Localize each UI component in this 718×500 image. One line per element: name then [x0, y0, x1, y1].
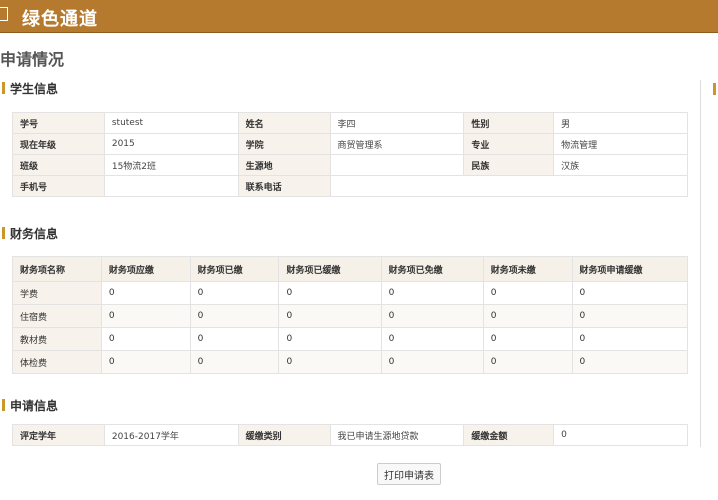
fee-cell: 0: [189, 304, 280, 328]
fee-cell: 0: [380, 281, 484, 305]
fee-cell: 0: [278, 350, 382, 374]
column-header: 财务项未缴: [482, 256, 573, 282]
print-application-button[interactable]: 打印申请表: [377, 463, 441, 485]
fee-cell: 0: [380, 350, 484, 374]
side-panel-edge: [700, 80, 718, 450]
fee-cell: 0: [380, 304, 484, 328]
fee-name: 教材费: [12, 327, 102, 351]
fee-name: 学费: [12, 281, 102, 305]
phone-label: 联系电话: [237, 175, 331, 197]
ethnicity-label: 民族: [463, 154, 555, 176]
grade-value: 2015: [103, 133, 239, 155]
fee-cell: 0: [278, 281, 382, 305]
deferral-type-label: 缓缴类别: [237, 424, 331, 446]
finance-info-title: 财务信息: [0, 225, 58, 242]
table-row: 学号 stutest 姓名 李四 性别 男: [12, 112, 688, 134]
page-title: 申请情况: [0, 50, 65, 69]
student-id-value: stutest: [103, 112, 239, 134]
deferral-amount-value: 0: [553, 424, 688, 446]
section-marker-icon: [713, 83, 716, 95]
fee-cell: 0: [100, 327, 191, 351]
app-title: 绿色通道: [22, 9, 98, 30]
apply-info-table: 评定学年 2016-2017学年 缓缴类别 我已申请生源地贷款 缓缴金额 0: [12, 424, 688, 446]
name-label: 姓名: [237, 112, 331, 134]
class-value: 15物流2班: [103, 154, 239, 176]
origin-value: [329, 154, 465, 176]
table-row: 班级 15物流2班 生源地 民族 汉族: [12, 154, 688, 176]
app-header: 绿色通道: [0, 0, 718, 33]
deferral-type-value: 我已申请生源地贷款: [329, 424, 465, 446]
grade-label: 现在年级: [12, 133, 105, 155]
student-info-title: 学生信息: [0, 80, 58, 97]
fee-cell: 0: [571, 327, 688, 351]
fee-cell: 0: [100, 281, 191, 305]
fee-name: 体检费: [12, 350, 102, 374]
gender-label: 性别: [463, 112, 555, 134]
apply-info-title: 申请信息: [0, 397, 58, 414]
table-row: 学费 0 0 0 0 0 0: [12, 281, 688, 305]
column-header: 财务项已缓缴: [278, 256, 382, 282]
table-row: 现在年级 2015 学院 商贸管理系 专业 物流管理: [12, 133, 688, 155]
college-value: 商贸管理系: [329, 133, 465, 155]
fee-cell: 0: [482, 327, 573, 351]
fee-cell: 0: [482, 350, 573, 374]
fee-cell: 0: [482, 304, 573, 328]
fee-cell: 0: [278, 304, 382, 328]
table-row: 教材费 0 0 0 0 0 0: [12, 327, 688, 351]
origin-label: 生源地: [237, 154, 331, 176]
table-row: 住宿费 0 0 0 0 0 0: [12, 304, 688, 328]
fee-cell: 0: [571, 350, 688, 374]
column-header: 财务项应缴: [100, 256, 191, 282]
fee-cell: 0: [571, 304, 688, 328]
major-value: 物流管理: [553, 133, 688, 155]
fee-cell: 0: [571, 281, 688, 305]
academic-year-value: 2016-2017学年: [103, 424, 239, 446]
table-row: 体检费 0 0 0 0 0 0: [12, 350, 688, 374]
column-header: 财务项申请缓缴: [571, 256, 688, 282]
class-label: 班级: [12, 154, 105, 176]
table-row: 评定学年 2016-2017学年 缓缴类别 我已申请生源地贷款 缓缴金额 0: [12, 424, 688, 446]
fee-cell: 0: [189, 350, 280, 374]
fee-cell: 0: [189, 327, 280, 351]
ethnicity-value: 汉族: [553, 154, 688, 176]
fee-cell: 0: [380, 327, 484, 351]
phone-value: [329, 175, 689, 197]
finance-info-table: 财务项名称 财务项应缴 财务项已缴 财务项已缓缴 财务项已免缴 财务项未缴 财务…: [12, 256, 688, 374]
table-header-row: 财务项名称 财务项应缴 财务项已缴 财务项已缓缴 财务项已免缴 财务项未缴 财务…: [12, 256, 688, 282]
fee-cell: 0: [100, 350, 191, 374]
column-header: 财务项已免缴: [380, 256, 484, 282]
fee-cell: 0: [482, 281, 573, 305]
name-value: 李四: [329, 112, 465, 134]
gender-value: 男: [553, 112, 688, 134]
mobile-value: [103, 175, 239, 197]
menu-toggle-icon[interactable]: [0, 7, 8, 21]
major-label: 专业: [463, 133, 555, 155]
column-header: 财务项已缴: [189, 256, 280, 282]
mobile-label: 手机号: [12, 175, 105, 197]
column-header: 财务项名称: [12, 256, 102, 282]
footer-bar: [0, 447, 718, 500]
fee-cell: 0: [100, 304, 191, 328]
college-label: 学院: [237, 133, 331, 155]
fee-cell: 0: [278, 327, 382, 351]
fee-name: 住宿费: [12, 304, 102, 328]
table-row: 手机号 联系电话: [12, 175, 689, 197]
student-info-table: 学号 stutest 姓名 李四 性别 男 现在年级 2015 学院 商贸管理系…: [12, 112, 689, 197]
fee-cell: 0: [189, 281, 280, 305]
student-id-label: 学号: [12, 112, 105, 134]
academic-year-label: 评定学年: [12, 424, 105, 446]
deferral-amount-label: 缓缴金额: [463, 424, 555, 446]
